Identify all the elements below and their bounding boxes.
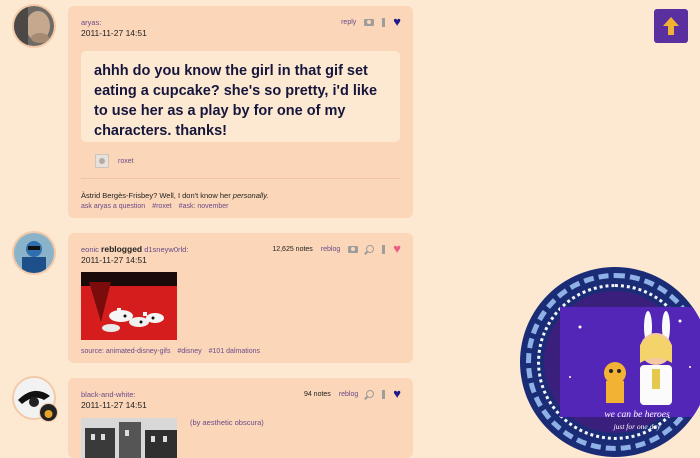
post-tags: ask aryas a question #roxet #ask: novemb…	[81, 203, 228, 210]
asker-avatar[interactable]	[95, 154, 109, 168]
post-tags: source: animated-disney-gifs #disney #10…	[81, 348, 260, 355]
tag-link[interactable]: #ask: november	[179, 203, 229, 210]
post-username[interactable]: black-and-white:	[81, 390, 136, 399]
bookmark-icon[interactable]	[382, 244, 386, 254]
reblog-button[interactable]: reblog	[321, 246, 340, 253]
post-image[interactable]	[81, 272, 177, 340]
camera-icon[interactable]	[348, 245, 359, 253]
ask-question-box: ahhh do you know the girl in that gif se…	[81, 51, 400, 142]
question-text: ahhh do you know the girl in that gif se…	[94, 63, 378, 139]
reply-button[interactable]: reply	[341, 19, 356, 26]
post-username[interactable]: aryas:	[81, 18, 101, 27]
arrow-up-icon	[663, 17, 679, 35]
answer-text: Àstrid Bergès-Frisbey? Well, I don't kno…	[81, 191, 269, 200]
post-date[interactable]: 2011-11-27 14:51	[81, 28, 147, 38]
heart-icon[interactable]: ♥	[393, 387, 401, 400]
tag-link[interactable]: ask aryas a question	[81, 203, 145, 210]
post-username: eonic reblogged d1sneyw0rld:	[81, 244, 189, 254]
camera-icon[interactable]	[364, 18, 375, 26]
reblog-button[interactable]: reblog	[339, 391, 358, 398]
tag-link[interactable]: #disney	[178, 348, 202, 355]
divider	[81, 178, 400, 179]
heart-icon[interactable]: ♥	[393, 15, 401, 28]
post-image[interactable]	[81, 418, 177, 458]
asker-link[interactable]: roxet	[118, 158, 134, 165]
post-date[interactable]: 2011-11-27 14:51	[81, 255, 147, 265]
heart-icon[interactable]: ♥	[393, 242, 401, 255]
scroll-to-top-button[interactable]	[654, 9, 688, 43]
notes-count[interactable]: 12,625 notes	[272, 246, 312, 253]
avatar[interactable]	[14, 6, 54, 46]
small-badge-avatar[interactable]	[40, 404, 57, 421]
notes-count[interactable]: 94 notes	[304, 391, 331, 398]
post-date[interactable]: 2011-11-27 14:51	[81, 400, 147, 410]
tag-link[interactable]: #101 dalmations	[209, 348, 260, 355]
reblogged-from-link[interactable]: d1sneyw0rld	[144, 245, 186, 254]
post: black-and-white: 2011-11-27 14:51 94 not…	[68, 378, 413, 458]
bookmark-icon[interactable]	[382, 17, 386, 27]
reblogger-link[interactable]: eonic	[81, 245, 99, 254]
widget-caption: we can be heroes just for one day	[604, 410, 670, 431]
avatar[interactable]	[14, 233, 54, 273]
tag-link[interactable]: #roxet	[152, 203, 171, 210]
post-caption: (by aesthetic obscura)	[190, 418, 264, 427]
decorative-widget: we can be heroes just for one day	[520, 267, 700, 457]
source-link[interactable]: source: animated-disney-gifs	[81, 348, 171, 355]
illustration	[560, 307, 700, 417]
search-icon[interactable]	[366, 245, 375, 253]
post: aryas: 2011-11-27 14:51 reply ♥ ahhh do …	[68, 6, 413, 218]
search-icon[interactable]	[366, 390, 375, 398]
bookmark-icon[interactable]	[382, 389, 386, 399]
post: eonic reblogged d1sneyw0rld: 2011-11-27 …	[68, 233, 413, 363]
